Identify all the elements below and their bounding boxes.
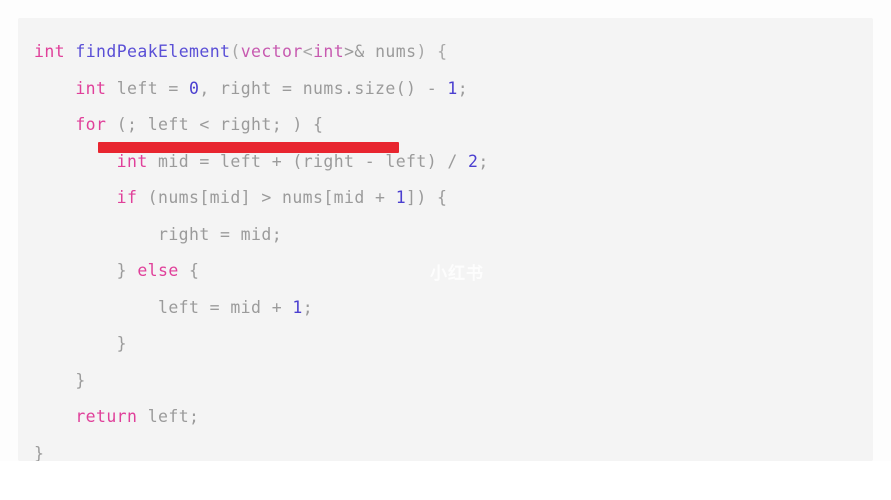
code-line: } bbox=[34, 363, 863, 400]
code-token-kw: else bbox=[137, 261, 179, 280]
code-token-plain: mid = left + (right - left) / bbox=[147, 151, 469, 171]
code-token-kw: if bbox=[116, 188, 138, 207]
code-token-type: int bbox=[313, 42, 345, 61]
code-line: left = mid + 1; bbox=[34, 290, 863, 327]
code-token-num: 2 bbox=[468, 151, 479, 171]
bottom-strip bbox=[0, 461, 891, 500]
code-token-plain: ; bbox=[478, 151, 489, 171]
code-token-kw: int bbox=[116, 151, 148, 171]
code-token-kw: int bbox=[75, 78, 107, 98]
code-token-plain: } bbox=[116, 334, 128, 353]
code-token-plain: left = mid + bbox=[158, 297, 293, 317]
code-line: for (; left < right; ) { bbox=[34, 107, 863, 144]
code-line: int findPeakElement(vector<int>& nums) { bbox=[34, 34, 863, 71]
code-card: int findPeakElement(vector<int>& nums) {… bbox=[18, 18, 873, 463]
code-token-plain: left = bbox=[106, 78, 190, 98]
code-token-num: 1 bbox=[447, 78, 458, 98]
code-token-punct: < bbox=[302, 42, 314, 61]
code-line: if (nums[mid] > nums[mid + 1]) { bbox=[34, 180, 863, 217]
page-root: int findPeakElement(vector<int>& nums) {… bbox=[0, 0, 891, 500]
code-token-plain: , right = nums.size() - bbox=[199, 78, 448, 98]
code-token-num: 0 bbox=[189, 78, 200, 98]
code-token-punct: ( bbox=[230, 42, 241, 61]
code-token-plain: } bbox=[34, 443, 45, 463]
code-token-plain: } bbox=[116, 261, 138, 280]
code-token-plain: (nums[mid] > nums[mid + bbox=[137, 188, 396, 207]
code-line: return left; bbox=[34, 399, 863, 436]
code-token-plain: (; left < right; ) { bbox=[106, 115, 324, 134]
code-line: right = mid; bbox=[34, 217, 863, 254]
code-token-plain: ]) { bbox=[406, 188, 448, 207]
code-block[interactable]: int findPeakElement(vector<int>& nums) {… bbox=[34, 34, 863, 472]
code-token-fn: findPeakElement bbox=[75, 42, 231, 61]
code-token-num: 1 bbox=[395, 188, 407, 207]
code-token-kw: return bbox=[75, 407, 138, 426]
code-token-type: vector bbox=[240, 42, 303, 61]
code-line: } else { bbox=[34, 253, 863, 290]
code-token-plain: } bbox=[75, 370, 86, 390]
code-line: } bbox=[34, 326, 863, 363]
code-token-plain: ; bbox=[302, 297, 314, 317]
code-token-kw: int bbox=[34, 42, 66, 61]
code-token-kw: for bbox=[75, 115, 107, 134]
code-token-plain: right = mid; bbox=[158, 224, 283, 244]
code-token-num: 1 bbox=[292, 297, 303, 317]
code-token-punct: ) { bbox=[416, 42, 448, 61]
code-line: int left = 0, right = nums.size() - 1; bbox=[34, 71, 863, 108]
red-highlight-bar bbox=[98, 142, 399, 153]
code-token-plain: left; bbox=[137, 407, 200, 426]
code-token-plain: { bbox=[178, 261, 200, 280]
code-token-plain: ; bbox=[457, 78, 469, 98]
code-token-plain: >& nums bbox=[344, 42, 417, 61]
